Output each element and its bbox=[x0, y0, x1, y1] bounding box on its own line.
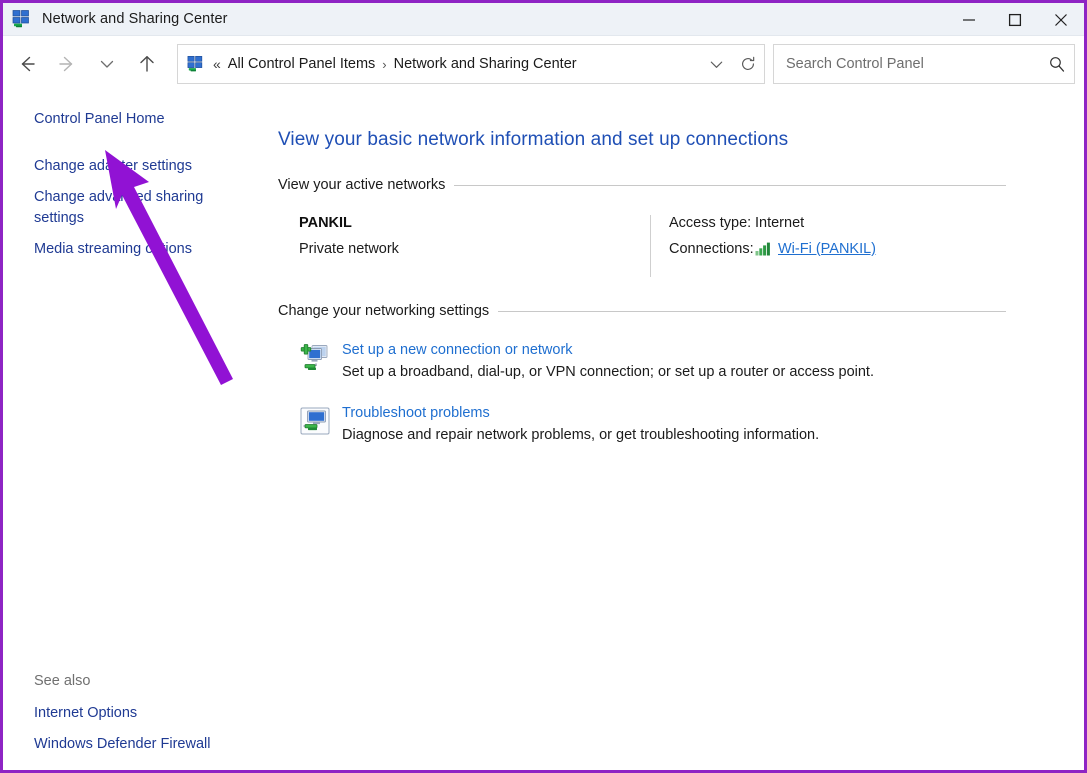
sidebar: Control Panel Home Change adapter settin… bbox=[3, 92, 275, 770]
see-also-title: See also bbox=[3, 670, 275, 692]
breadcrumb-overflow[interactable]: « bbox=[213, 56, 221, 72]
refresh-icon[interactable] bbox=[732, 46, 764, 82]
access-type-label: Access type: bbox=[669, 215, 755, 231]
task-troubleshoot-problems: Troubleshoot problems Diagnose and repai… bbox=[275, 404, 1084, 443]
task-text-block: Set up a new connection or network Set u… bbox=[342, 341, 874, 380]
set-up-new-connection-description: Set up a broadband, dial-up, or VPN conn… bbox=[342, 364, 874, 380]
breadcrumb-item-network-and-sharing-center[interactable]: Network and Sharing Center bbox=[394, 56, 577, 72]
troubleshoot-icon bbox=[299, 405, 331, 437]
chevron-down-icon[interactable] bbox=[87, 44, 127, 84]
chevron-down-icon[interactable] bbox=[700, 46, 732, 82]
section-divider bbox=[498, 311, 1006, 312]
network-name: PANKIL bbox=[299, 215, 632, 231]
back-arrow-icon[interactable] bbox=[7, 44, 47, 84]
window-title: Network and Sharing Center bbox=[42, 11, 228, 27]
set-up-new-connection-link[interactable]: Set up a new connection or network bbox=[342, 342, 573, 358]
network-sharing-icon bbox=[12, 9, 32, 29]
network-sharing-center-window: Network and Sharing Center bbox=[0, 0, 1087, 773]
wifi-signal-icon bbox=[755, 242, 772, 256]
see-also-item-windows-defender-firewall[interactable]: Windows Defender Firewall bbox=[3, 731, 237, 758]
troubleshoot-problems-link[interactable]: Troubleshoot problems bbox=[342, 405, 490, 421]
main-content: View your basic network information and … bbox=[275, 92, 1084, 770]
close-button[interactable] bbox=[1038, 3, 1084, 36]
title-bar: Network and Sharing Center bbox=[3, 3, 1084, 36]
access-type-row: Access type: Internet bbox=[669, 215, 1006, 231]
active-networks-label: View your active networks bbox=[278, 177, 445, 193]
networking-settings-label: Change your networking settings bbox=[278, 303, 489, 319]
sidebar-item-change-advanced-sharing-settings[interactable]: Change advanced sharing settings bbox=[3, 184, 237, 232]
sidebar-item-control-panel-home[interactable]: Control Panel Home bbox=[3, 106, 237, 133]
forward-arrow-icon[interactable] bbox=[47, 44, 87, 84]
connections-value-link[interactable]: Wi-Fi (PANKIL) bbox=[778, 241, 876, 257]
search-icon[interactable] bbox=[1040, 45, 1074, 83]
window-controls bbox=[946, 3, 1084, 36]
new-connection-icon bbox=[299, 342, 331, 374]
breadcrumb-separator[interactable]: › bbox=[382, 57, 386, 72]
connections-row: Connections: Wi-Fi (PANKIL) bbox=[669, 241, 1006, 257]
navigation-bar: « All Control Panel Items › Network and … bbox=[3, 36, 1084, 92]
sidebar-item-change-adapter-settings[interactable]: Change adapter settings bbox=[3, 153, 237, 180]
access-type-value: Internet bbox=[755, 215, 804, 231]
breadcrumb-item-all-control-panel-items[interactable]: All Control Panel Items bbox=[228, 56, 375, 72]
address-bar[interactable]: « All Control Panel Items › Network and … bbox=[177, 44, 765, 84]
see-also-item-internet-options[interactable]: Internet Options bbox=[3, 700, 237, 727]
window-body: Control Panel Home Change adapter settin… bbox=[3, 92, 1084, 770]
search-control-panel-box[interactable] bbox=[773, 44, 1075, 84]
maximize-button[interactable] bbox=[992, 3, 1038, 36]
up-arrow-icon[interactable] bbox=[127, 44, 167, 84]
network-sharing-icon bbox=[187, 55, 205, 73]
connections-label: Connections: bbox=[669, 241, 755, 257]
task-set-up-new-connection: Set up a new connection or network Set u… bbox=[275, 341, 1084, 380]
active-network-row: PANKIL Private network Access type: Inte… bbox=[275, 215, 1084, 277]
see-also-section: See also Internet Options Windows Defend… bbox=[3, 670, 275, 758]
active-networks-section-header: View your active networks bbox=[275, 177, 1084, 193]
active-network-details: Access type: Internet Connections: bbox=[651, 215, 1006, 277]
troubleshoot-problems-description: Diagnose and repair network problems, or… bbox=[342, 427, 819, 443]
search-input[interactable] bbox=[774, 56, 1040, 72]
page-title: View your basic network information and … bbox=[275, 92, 1084, 151]
task-text-block: Troubleshoot problems Diagnose and repai… bbox=[342, 404, 819, 443]
networking-settings-section-header: Change your networking settings bbox=[275, 303, 1084, 319]
sidebar-item-media-streaming-options[interactable]: Media streaming options bbox=[3, 236, 237, 263]
active-network-identity: PANKIL Private network bbox=[299, 215, 651, 277]
section-divider bbox=[454, 185, 1006, 186]
network-type: Private network bbox=[299, 241, 632, 257]
sidebar-gap bbox=[3, 133, 275, 153]
minimize-button[interactable] bbox=[946, 3, 992, 36]
